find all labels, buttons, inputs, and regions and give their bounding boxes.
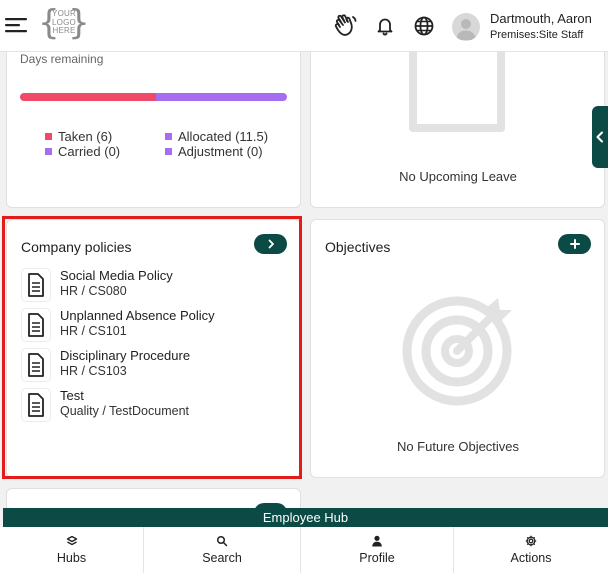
menu-icon[interactable] xyxy=(4,14,30,36)
legend-allocated-label: Allocated (11.5) xyxy=(178,129,269,144)
user-role: Premises:Site Staff xyxy=(490,29,584,41)
bell-icon[interactable] xyxy=(372,13,398,39)
nav-hubs[interactable]: Hubs xyxy=(0,527,144,573)
nav-profile-label: Profile xyxy=(359,551,395,565)
nav-actions[interactable]: Actions xyxy=(454,527,608,573)
legend-taken: Taken (6) xyxy=(45,129,112,144)
legend-swatch-carried xyxy=(45,148,52,155)
policies-highlight-frame xyxy=(2,216,302,479)
app: { YOUR LOGO HERE } Dartmouth, Aaron Prem… xyxy=(0,0,608,573)
nav-profile[interactable]: Profile xyxy=(301,527,454,573)
nav-hubs-label: Hubs xyxy=(56,551,87,565)
no-upcoming-leave-text: No Upcoming Leave xyxy=(399,169,517,184)
legend-swatch-taken xyxy=(45,133,52,140)
legend-adjustment-label: Adjustment (0) xyxy=(178,144,263,159)
side-panel-toggle[interactable] xyxy=(592,106,608,168)
legend-allocated: Allocated (11.5) xyxy=(165,129,268,144)
top-bar: { YOUR LOGO HERE } Dartmouth, Aaron Prem… xyxy=(0,0,608,52)
leave-progress-bar xyxy=(20,93,287,101)
legend-swatch-allocated xyxy=(165,133,172,140)
legend-taken-label: Taken (6) xyxy=(58,129,113,144)
legend-adjustment: Adjustment (0) xyxy=(165,144,263,159)
days-remaining-label: Days remaining xyxy=(20,52,104,66)
logo-brace-right: } xyxy=(68,3,90,43)
search-icon xyxy=(215,534,229,548)
legend-carried-label: Carried (0) xyxy=(58,144,121,159)
plus-icon xyxy=(569,239,580,249)
chevron-left-icon xyxy=(596,131,603,143)
globe-icon[interactable] xyxy=(411,13,437,39)
wave-hand-icon[interactable] xyxy=(332,13,358,39)
company-logo: { YOUR LOGO HERE } xyxy=(38,3,90,43)
layers-icon xyxy=(65,534,79,548)
add-objective-button[interactable] xyxy=(558,234,591,254)
leave-bar-allocated xyxy=(156,93,287,101)
legend-carried: Carried (0) xyxy=(45,144,120,159)
nav-search-label: Search xyxy=(202,551,242,565)
empty-calendar-icon xyxy=(409,52,505,132)
target-icon xyxy=(400,294,514,408)
nav-actions-label: Actions xyxy=(510,551,552,565)
bottom-nav: Hubs Search Profile Actions xyxy=(0,527,608,573)
no-future-objectives-text: No Future Objectives xyxy=(396,439,520,454)
leave-bar-taken xyxy=(20,93,157,101)
employee-hub-banner: Employee Hub xyxy=(3,508,608,527)
avatar[interactable] xyxy=(452,13,480,41)
user-name[interactable]: Dartmouth, Aaron xyxy=(490,11,592,26)
nav-search[interactable]: Search xyxy=(144,527,301,573)
person-icon xyxy=(370,534,384,548)
legend-swatch-adjustment xyxy=(165,148,172,155)
gear-icon xyxy=(524,534,538,548)
objectives-title: Objectives xyxy=(325,239,391,255)
